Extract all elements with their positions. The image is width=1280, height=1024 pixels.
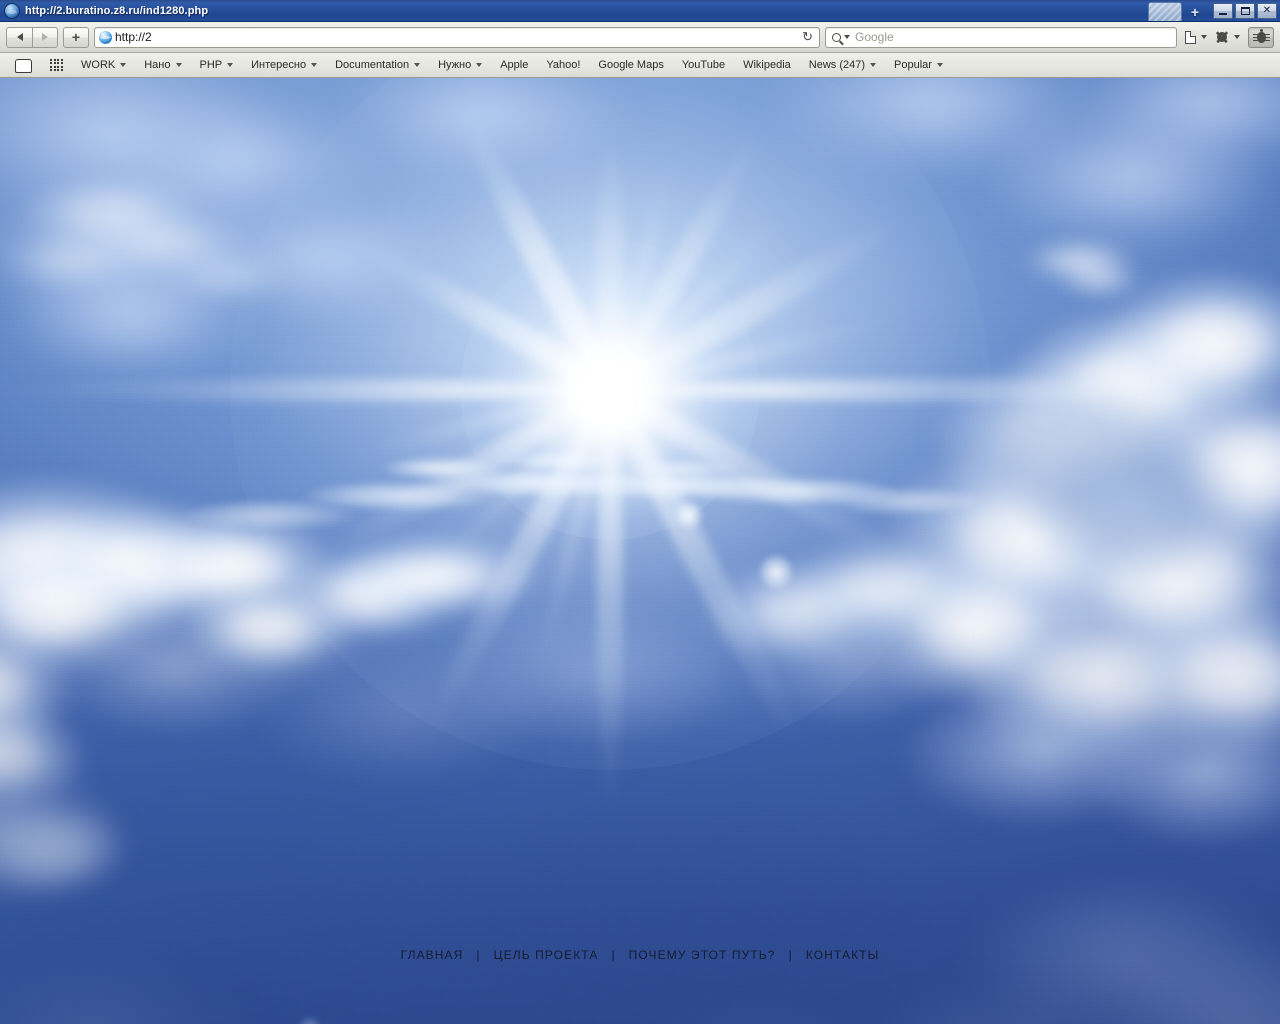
- bookmarks-bar: WORK Нано PHP Интересно Documentation Ну…: [0, 53, 1280, 78]
- chevron-down-icon: [175, 63, 182, 67]
- add-tab-button[interactable]: +: [63, 26, 89, 48]
- bookmark-folder-php[interactable]: PHP: [191, 56, 243, 75]
- search-box[interactable]: Google: [825, 26, 1177, 48]
- forward-button[interactable]: [32, 26, 58, 48]
- search-input[interactable]: Google: [855, 30, 894, 44]
- maximize-button[interactable]: [1235, 3, 1255, 19]
- close-button[interactable]: ✕: [1257, 3, 1277, 19]
- page-menu-chevron-down-icon[interactable]: [1201, 35, 1207, 39]
- bookmark-folder-nuzhno[interactable]: Нужно: [429, 56, 491, 75]
- site-favicon-icon: [99, 30, 112, 44]
- chevron-down-icon: [227, 63, 234, 67]
- chevron-down-icon: [476, 63, 483, 67]
- bookmark-folder-popular[interactable]: Popular: [885, 56, 952, 75]
- grid-icon: [50, 58, 63, 72]
- gear-icon[interactable]: [1215, 30, 1229, 44]
- chevron-down-icon: [311, 63, 318, 67]
- toolbar-icons: [1185, 26, 1274, 48]
- bookmark-item-reading-list[interactable]: [6, 56, 41, 75]
- bookmark-item-wikipedia[interactable]: Wikipedia: [734, 56, 800, 75]
- address-input[interactable]: http://2: [115, 30, 798, 44]
- nav-link-home[interactable]: ГЛАВНАЯ: [395, 948, 470, 962]
- address-bar[interactable]: http://2 ↻: [94, 26, 820, 48]
- bookmark-item-apps[interactable]: [41, 56, 72, 75]
- arrow-right-icon: [42, 33, 48, 41]
- bookmark-label: Нано: [144, 59, 171, 71]
- site-navigation: ГЛАВНАЯ | ЦЕЛЬ ПРОЕКТА | ПОЧЕМУ ЭТОТ ПУТ…: [0, 948, 1280, 962]
- new-tab-button[interactable]: +: [1182, 2, 1208, 21]
- nav-separator: |: [611, 948, 616, 962]
- bookmark-label: Нужно: [438, 59, 472, 71]
- bookmark-folder-work[interactable]: WORK: [72, 56, 135, 75]
- bookmark-folder-nano[interactable]: Нано: [135, 56, 190, 75]
- page-menu-icon[interactable]: [1185, 30, 1196, 44]
- back-button[interactable]: [6, 26, 32, 48]
- bookmark-label: Yahoo!: [546, 59, 581, 71]
- bug-icon: [1252, 28, 1270, 43]
- plus-icon: +: [71, 29, 81, 45]
- nav-separator: |: [788, 948, 793, 962]
- reload-icon[interactable]: ↻: [798, 29, 813, 45]
- bookmark-item-apple[interactable]: Apple: [491, 56, 537, 75]
- inspector-button[interactable]: [1248, 26, 1274, 48]
- page-content: ГЛАВНАЯ | ЦЕЛЬ ПРОЕКТА | ПОЧЕМУ ЭТОТ ПУТ…: [0, 78, 1280, 1024]
- bookmark-label: WORK: [81, 59, 116, 71]
- globe-icon: [4, 2, 20, 19]
- navigation-toolbar: + http://2 ↻ Google: [0, 22, 1280, 53]
- lens-flares: [0, 78, 1280, 1024]
- bookmark-item-youtube[interactable]: YouTube: [673, 56, 734, 75]
- bookmark-label: News (247): [808, 59, 866, 71]
- chevron-down-icon: [414, 63, 421, 67]
- bookmark-label: Wikipedia: [743, 59, 791, 71]
- book-icon: [15, 59, 32, 73]
- nav-separator: |: [476, 948, 481, 962]
- settings-chevron-down-icon[interactable]: [1234, 35, 1240, 39]
- bookmark-label: Apple: [500, 59, 529, 71]
- bookmark-folder-interesno[interactable]: Интересно: [242, 56, 326, 75]
- title-bar: http://2.buratino.z8.ru/ind1280.php + ✕: [0, 0, 1280, 22]
- bookmark-item-google-maps[interactable]: Google Maps: [589, 56, 672, 75]
- chevron-down-icon: [120, 63, 127, 67]
- chevron-down-icon: [936, 63, 943, 67]
- bookmark-label: Интересно: [251, 59, 307, 71]
- nav-link-project-goal[interactable]: ЦЕЛЬ ПРОЕКТА: [488, 948, 605, 962]
- window-controls: ✕: [1213, 3, 1277, 19]
- bookmark-label: PHP: [199, 59, 223, 71]
- bookmark-item-yahoo[interactable]: Yahoo!: [537, 56, 589, 75]
- nav-button-group: [6, 26, 58, 48]
- bookmark-label: YouTube: [681, 59, 726, 71]
- arrow-left-icon: [16, 33, 23, 41]
- window-title: http://2.buratino.z8.ru/ind1280.php: [25, 4, 209, 17]
- bookmark-folder-news[interactable]: News (247): [800, 56, 885, 75]
- bookmark-label: Popular: [894, 59, 932, 71]
- minimize-button[interactable]: [1213, 3, 1233, 19]
- nav-link-contacts[interactable]: КОНТАКТЫ: [800, 948, 886, 962]
- chevron-down-icon[interactable]: [844, 35, 850, 39]
- search-icon: [832, 32, 841, 42]
- bookmark-label: Documentation: [335, 59, 410, 71]
- chevron-down-icon: [870, 63, 877, 67]
- bookmark-folder-documentation[interactable]: Documentation: [326, 56, 429, 75]
- nav-link-why-this-path[interactable]: ПОЧЕМУ ЭТОТ ПУТЬ?: [623, 948, 782, 962]
- browser-window: http://2.buratino.z8.ru/ind1280.php + ✕ …: [0, 0, 1280, 1024]
- tab-strip: +: [1148, 0, 1208, 21]
- browser-tab[interactable]: [1148, 2, 1182, 21]
- bookmark-label: Google Maps: [598, 59, 664, 71]
